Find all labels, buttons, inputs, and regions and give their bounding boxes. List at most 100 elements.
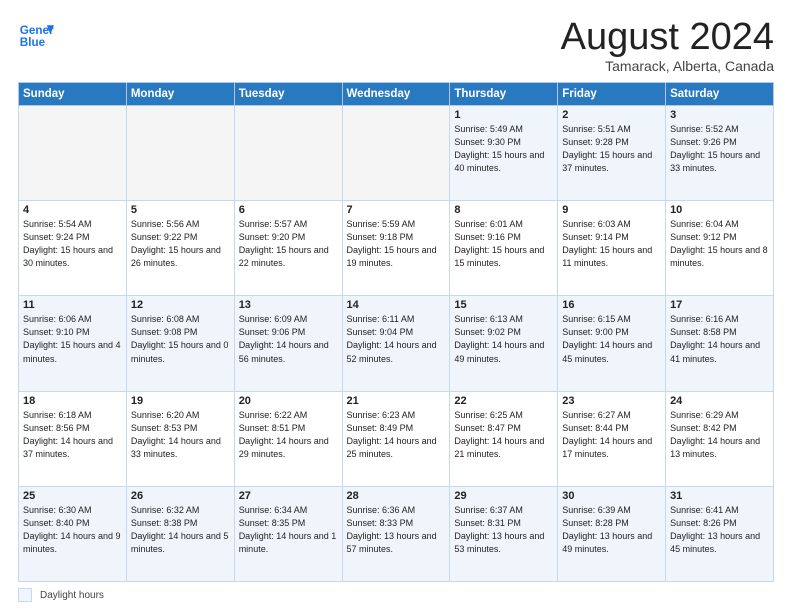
day-info: Sunrise: 5:52 AM Sunset: 9:26 PM Dayligh… — [670, 123, 769, 175]
calendar-cell: 5Sunrise: 5:56 AM Sunset: 9:22 PM Daylig… — [126, 201, 234, 296]
day-info: Sunrise: 6:20 AM Sunset: 8:53 PM Dayligh… — [131, 409, 230, 461]
day-info: Sunrise: 6:03 AM Sunset: 9:14 PM Dayligh… — [562, 218, 661, 270]
week-row-3: 11Sunrise: 6:06 AM Sunset: 9:10 PM Dayli… — [19, 296, 774, 391]
weekday-header-tuesday: Tuesday — [234, 83, 342, 106]
calendar-cell: 29 Sunrise: 6:37 AM Sunset: 8:31 PM Dayli… — [450, 486, 558, 581]
day-info: Sunrise: 6:37 AM Sunset: 8:31 PM Dayligh… — [454, 504, 553, 556]
calendar-cell: 23Sunrise: 6:27 AM Sunset: 8:44 PM Dayli… — [558, 391, 666, 486]
day-number: 29 — [454, 490, 553, 502]
day-number: 3 — [670, 109, 769, 121]
calendar-cell: 22Sunrise: 6:25 AM Sunset: 8:47 PM Dayli… — [450, 391, 558, 486]
weekday-header-row: SundayMondayTuesdayWednesdayThursdayFrid… — [19, 83, 774, 106]
calendar-cell: 4Sunrise: 5:54 AM Sunset: 9:24 PM Daylig… — [19, 201, 127, 296]
logo-icon: General Blue — [18, 18, 54, 54]
calendar-cell: 6 Sunrise: 5:57 AM Sunset: 9:20 PM Daylig… — [234, 201, 342, 296]
day-number: 14 — [347, 299, 446, 311]
calendar-cell: 9 Sunrise: 6:03 AM Sunset: 9:14 PM Daylig… — [558, 201, 666, 296]
week-row-5: 25 Sunrise: 6:30 AM Sunset: 8:40 PM Dayli… — [19, 486, 774, 581]
day-number: 13 — [239, 299, 338, 311]
day-info: Sunrise: 5:56 AM Sunset: 9:22 PM Dayligh… — [131, 218, 230, 270]
day-number: 19 — [131, 395, 230, 407]
day-info: Sunrise: 6:16 AM Sunset: 8:58 PM Dayligh… — [670, 313, 769, 365]
day-number: 10 — [670, 204, 769, 216]
legend-box — [18, 588, 32, 602]
calendar-cell — [342, 106, 450, 201]
calendar-cell: 19 Sunrise: 6:20 AM Sunset: 8:53 PM Dayli… — [126, 391, 234, 486]
day-number: 2 — [562, 109, 661, 121]
day-number: 27 — [239, 490, 338, 502]
day-number: 31 — [670, 490, 769, 502]
footer: Daylight hours — [18, 588, 774, 602]
day-number: 9 — [562, 204, 661, 216]
day-info: Sunrise: 6:15 AM Sunset: 9:00 PM Dayligh… — [562, 313, 661, 365]
calendar-cell: 12 Sunrise: 6:08 AM Sunset: 9:08 PM Dayli… — [126, 296, 234, 391]
day-number: 6 — [239, 204, 338, 216]
month-title: August 2024 — [561, 18, 774, 56]
calendar-cell: 30 Sunrise: 6:39 AM Sunset: 8:28 PM Dayli… — [558, 486, 666, 581]
weekday-header-monday: Monday — [126, 83, 234, 106]
calendar-cell: 2 Sunrise: 5:51 AM Sunset: 9:28 PM Daylig… — [558, 106, 666, 201]
day-number: 25 — [23, 490, 122, 502]
day-info: Sunrise: 6:08 AM Sunset: 9:08 PM Dayligh… — [131, 313, 230, 365]
calendar-cell: 31 Sunrise: 6:41 AM Sunset: 8:26 PM Dayli… — [666, 486, 774, 581]
day-number: 7 — [347, 204, 446, 216]
day-info: Sunrise: 6:41 AM Sunset: 8:26 PM Dayligh… — [670, 504, 769, 556]
day-info: Sunrise: 5:57 AM Sunset: 9:20 PM Dayligh… — [239, 218, 338, 270]
day-info: Sunrise: 6:23 AM Sunset: 8:49 PM Dayligh… — [347, 409, 446, 461]
day-info: Sunrise: 5:59 AM Sunset: 9:18 PM Dayligh… — [347, 218, 446, 270]
calendar-cell — [126, 106, 234, 201]
calendar-cell: 20 Sunrise: 6:22 AM Sunset: 8:51 PM Dayli… — [234, 391, 342, 486]
calendar-cell: 17 Sunrise: 6:16 AM Sunset: 8:58 PM Dayli… — [666, 296, 774, 391]
weekday-header-wednesday: Wednesday — [342, 83, 450, 106]
day-number: 21 — [347, 395, 446, 407]
day-number: 12 — [131, 299, 230, 311]
day-info: Sunrise: 6:06 AM Sunset: 9:10 PM Dayligh… — [23, 313, 122, 365]
day-number: 20 — [239, 395, 338, 407]
calendar-cell: 18Sunrise: 6:18 AM Sunset: 8:56 PM Dayli… — [19, 391, 127, 486]
calendar-cell: 26Sunrise: 6:32 AM Sunset: 8:38 PM Dayli… — [126, 486, 234, 581]
calendar-cell: 21 Sunrise: 6:23 AM Sunset: 8:49 PM Dayli… — [342, 391, 450, 486]
week-row-4: 18Sunrise: 6:18 AM Sunset: 8:56 PM Dayli… — [19, 391, 774, 486]
day-info: Sunrise: 6:18 AM Sunset: 8:56 PM Dayligh… — [23, 409, 122, 461]
day-number: 1 — [454, 109, 553, 121]
day-number: 23 — [562, 395, 661, 407]
day-info: Sunrise: 6:13 AM Sunset: 9:02 PM Dayligh… — [454, 313, 553, 365]
weekday-header-sunday: Sunday — [19, 83, 127, 106]
day-info: Sunrise: 5:54 AM Sunset: 9:24 PM Dayligh… — [23, 218, 122, 270]
day-info: Sunrise: 5:49 AM Sunset: 9:30 PM Dayligh… — [454, 123, 553, 175]
calendar-cell: 15Sunrise: 6:13 AM Sunset: 9:02 PM Dayli… — [450, 296, 558, 391]
day-number: 16 — [562, 299, 661, 311]
day-number: 30 — [562, 490, 661, 502]
day-info: Sunrise: 6:25 AM Sunset: 8:47 PM Dayligh… — [454, 409, 553, 461]
legend-label: Daylight hours — [40, 590, 104, 601]
day-info: Sunrise: 6:29 AM Sunset: 8:42 PM Dayligh… — [670, 409, 769, 461]
calendar-cell — [19, 106, 127, 201]
week-row-2: 4Sunrise: 5:54 AM Sunset: 9:24 PM Daylig… — [19, 201, 774, 296]
day-number: 8 — [454, 204, 553, 216]
calendar-cell: 28Sunrise: 6:36 AM Sunset: 8:33 PM Dayli… — [342, 486, 450, 581]
calendar-table: SundayMondayTuesdayWednesdayThursdayFrid… — [18, 82, 774, 582]
svg-text:Blue: Blue — [20, 36, 46, 49]
week-row-1: 1 Sunrise: 5:49 AM Sunset: 9:30 PM Daylig… — [19, 106, 774, 201]
day-info: Sunrise: 6:30 AM Sunset: 8:40 PM Dayligh… — [23, 504, 122, 556]
calendar-cell: 8Sunrise: 6:01 AM Sunset: 9:16 PM Daylig… — [450, 201, 558, 296]
day-info: Sunrise: 6:36 AM Sunset: 8:33 PM Dayligh… — [347, 504, 446, 556]
weekday-header-saturday: Saturday — [666, 83, 774, 106]
calendar-cell: 25 Sunrise: 6:30 AM Sunset: 8:40 PM Dayli… — [19, 486, 127, 581]
day-info: Sunrise: 6:39 AM Sunset: 8:28 PM Dayligh… — [562, 504, 661, 556]
calendar-cell: 27 Sunrise: 6:34 AM Sunset: 8:35 PM Dayli… — [234, 486, 342, 581]
calendar-cell: 10 Sunrise: 6:04 AM Sunset: 9:12 PM Dayli… — [666, 201, 774, 296]
day-info: Sunrise: 6:04 AM Sunset: 9:12 PM Dayligh… — [670, 218, 769, 270]
calendar-cell: 24Sunrise: 6:29 AM Sunset: 8:42 PM Dayli… — [666, 391, 774, 486]
calendar-cell: 13 Sunrise: 6:09 AM Sunset: 9:06 PM Dayli… — [234, 296, 342, 391]
day-info: Sunrise: 6:34 AM Sunset: 8:35 PM Dayligh… — [239, 504, 338, 556]
day-info: Sunrise: 6:32 AM Sunset: 8:38 PM Dayligh… — [131, 504, 230, 556]
day-number: 17 — [670, 299, 769, 311]
day-info: Sunrise: 6:22 AM Sunset: 8:51 PM Dayligh… — [239, 409, 338, 461]
day-info: Sunrise: 6:11 AM Sunset: 9:04 PM Dayligh… — [347, 313, 446, 365]
location: Tamarack, Alberta, Canada — [561, 58, 774, 74]
page: General Blue August 2024 Tamarack, Alber… — [0, 0, 792, 612]
day-info: Sunrise: 5:51 AM Sunset: 9:28 PM Dayligh… — [562, 123, 661, 175]
day-info: Sunrise: 6:09 AM Sunset: 9:06 PM Dayligh… — [239, 313, 338, 365]
calendar-cell: 11Sunrise: 6:06 AM Sunset: 9:10 PM Dayli… — [19, 296, 127, 391]
